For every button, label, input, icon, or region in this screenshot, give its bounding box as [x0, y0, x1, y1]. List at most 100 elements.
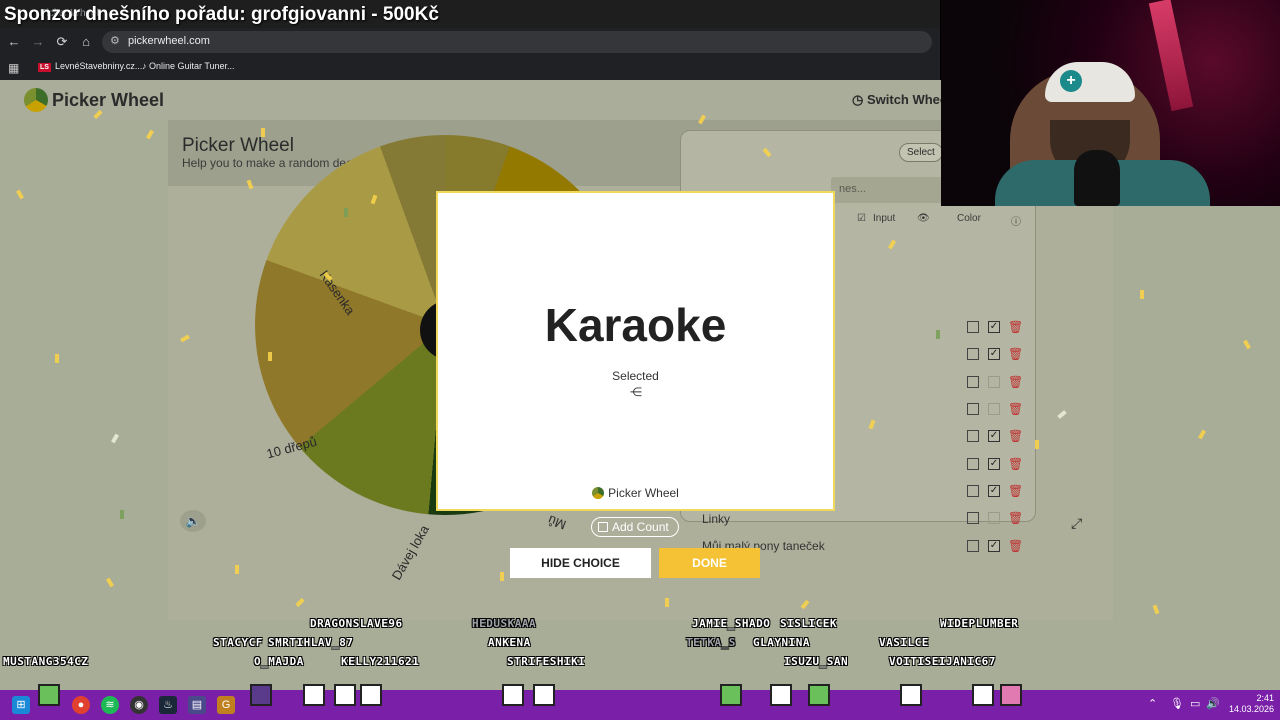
spotify-icon[interactable]: ≋	[101, 696, 119, 714]
trash-icon[interactable]: 🗑	[1008, 403, 1023, 415]
row-checkbox[interactable]: ✓	[988, 348, 1000, 360]
trash-icon[interactable]: 🗑	[1008, 321, 1023, 333]
picker-wheel-logo-icon	[592, 487, 605, 499]
confetti-piece	[936, 330, 940, 339]
reload-icon[interactable]: ⟳	[54, 34, 70, 50]
chat-avatar	[808, 684, 830, 706]
back-icon[interactable]: ←	[6, 34, 22, 50]
screen: Picker Wheel Sponzor dnešního pořadu: gr…	[0, 0, 1280, 720]
volume-icon[interactable]: 🔊	[1206, 697, 1220, 710]
row-checkbox[interactable]: ✓	[988, 540, 1000, 552]
streamer-nurse-hat	[1045, 62, 1135, 102]
bookmarks-bar: ▦ LS LevnéStavebniny.cz... ♪ Online Guita…	[0, 56, 940, 80]
obs-icon[interactable]: ◉	[130, 696, 148, 714]
add-count-toggle[interactable]: Add Count	[591, 517, 679, 537]
row-checkbox[interactable]: ✓	[988, 485, 1000, 497]
duplicate-icon[interactable]	[967, 321, 979, 333]
chat-username: GLAYNINA	[753, 636, 810, 649]
page-title: Picker Wheel	[182, 135, 294, 156]
microphone-icon	[1074, 150, 1120, 206]
share-icon[interactable]: ⋲	[630, 385, 642, 399]
duplicate-icon[interactable]	[967, 485, 979, 497]
app-icon[interactable]: ▤	[188, 696, 206, 714]
forward-icon[interactable]: →	[30, 34, 46, 50]
chat-username: SISLICEK	[780, 617, 837, 630]
trash-icon[interactable]: 🗑	[1008, 512, 1023, 524]
chat-username: ANKENA	[488, 636, 531, 649]
duplicate-icon[interactable]	[967, 403, 979, 415]
hide-choice-button[interactable]: HIDE CHOICE	[510, 548, 651, 578]
row-checkbox[interactable]: ✓	[988, 321, 1000, 333]
microphone-tray-icon[interactable]: 🎙	[1170, 697, 1184, 710]
checkbox-all[interactable]: ☑	[857, 213, 866, 224]
chat-username: KELLY211621	[341, 655, 420, 668]
row-checkbox[interactable]: ✓	[988, 430, 1000, 442]
app-icon[interactable]: G	[217, 696, 235, 714]
apps-grid-icon[interactable]: ▦	[8, 61, 19, 75]
site-logo-text[interactable]: Picker Wheel	[52, 90, 164, 111]
chat-avatar	[533, 684, 555, 706]
chat-avatar	[360, 684, 382, 706]
result-modal: Karaoke Selected ⋲ Picker Wheel	[436, 191, 835, 511]
windows-start-icon[interactable]: ⊞	[12, 696, 30, 714]
trash-icon[interactable]: 🗑	[1008, 540, 1023, 552]
switch-wheel-button[interactable]: ◷ Switch Whee	[852, 92, 947, 108]
bookmark-guitar-tuner[interactable]: ♪ Online Guitar Tuner...	[142, 61, 235, 71]
duplicate-icon[interactable]	[967, 512, 979, 524]
row-checkbox[interactable]	[988, 376, 1000, 388]
bookmark-label: Online Guitar Tuner...	[149, 61, 235, 71]
confetti-piece	[268, 352, 272, 361]
picker-wheel-logo-icon[interactable]	[24, 88, 48, 112]
clock-date: 14.03.2026	[1228, 704, 1274, 714]
add-count-label: Add Count	[612, 520, 669, 534]
steam-icon[interactable]: ♨	[159, 696, 177, 714]
row-checkbox[interactable]: ✓	[988, 458, 1000, 470]
chrome-icon[interactable]: ●	[72, 696, 90, 714]
network-icon[interactable]: ▭	[1190, 697, 1200, 710]
confetti-piece	[344, 208, 348, 217]
chat-avatar	[250, 684, 272, 706]
chat-username: WIDEPLUMBER	[940, 617, 1019, 630]
site-info-icon[interactable]: ⚙	[110, 34, 120, 47]
row-checkbox[interactable]	[988, 512, 1000, 524]
duplicate-icon[interactable]	[967, 376, 979, 388]
confetti-piece	[1140, 290, 1144, 299]
trash-icon[interactable]: 🗑	[1008, 348, 1023, 360]
selected-label: Selected	[612, 369, 659, 383]
trash-icon[interactable]: 🗑	[1008, 485, 1023, 497]
trash-icon[interactable]: 🗑	[1008, 430, 1023, 442]
duplicate-icon[interactable]	[967, 430, 979, 442]
duplicate-icon[interactable]	[967, 540, 979, 552]
select-button[interactable]: Select	[899, 143, 943, 162]
confetti-piece	[120, 510, 124, 519]
system-clock[interactable]: 2:41 14.03.2026	[1222, 693, 1274, 715]
guitar-icon: ♪	[142, 61, 150, 71]
trash-icon[interactable]: 🗑	[1008, 376, 1023, 388]
sound-toggle-icon[interactable]: 🔈	[180, 510, 206, 532]
bookmark-badge: LS	[38, 63, 51, 72]
url-bar[interactable]: ⚙ pickerwheel.com	[102, 31, 932, 53]
duplicate-icon[interactable]	[967, 458, 979, 470]
duplicate-icon[interactable]	[967, 348, 979, 360]
bookmark-levnestavebniny[interactable]: LS LevnéStavebniny.cz...	[38, 61, 142, 72]
home-icon[interactable]: ⌂	[78, 34, 94, 50]
confetti-piece	[55, 354, 59, 363]
confetti-piece	[1035, 440, 1039, 449]
info-icon[interactable]: ⓘ	[1011, 213, 1021, 228]
trash-icon[interactable]: 🗑	[1008, 458, 1023, 470]
done-button[interactable]: DONE	[659, 548, 760, 578]
chat-avatar	[770, 684, 792, 706]
address-bar-row: ← → ⟳ ⌂ ⚙ pickerwheel.com	[0, 28, 940, 56]
medical-cross-icon: +	[1060, 70, 1082, 92]
sponsor-overlay-text: Sponzor dnešního pořadu: grofgiovanni - …	[4, 4, 439, 25]
chevron-up-icon[interactable]: ⌃	[1148, 697, 1157, 710]
chat-username: HEDUSKAAA	[472, 617, 537, 630]
chat-avatar	[502, 684, 524, 706]
chat-username: DRAGONSLAVE96	[310, 617, 403, 630]
chat-username: TETKA_S	[686, 636, 736, 649]
bookmark-label: LevnéStavebniny.cz...	[54, 61, 143, 71]
fullscreen-icon[interactable]: ⤢	[1071, 515, 1082, 532]
entry-label[interactable]: Linky	[702, 512, 730, 526]
eye-icon[interactable]: 👁	[917, 213, 930, 224]
row-checkbox[interactable]	[988, 403, 1000, 415]
